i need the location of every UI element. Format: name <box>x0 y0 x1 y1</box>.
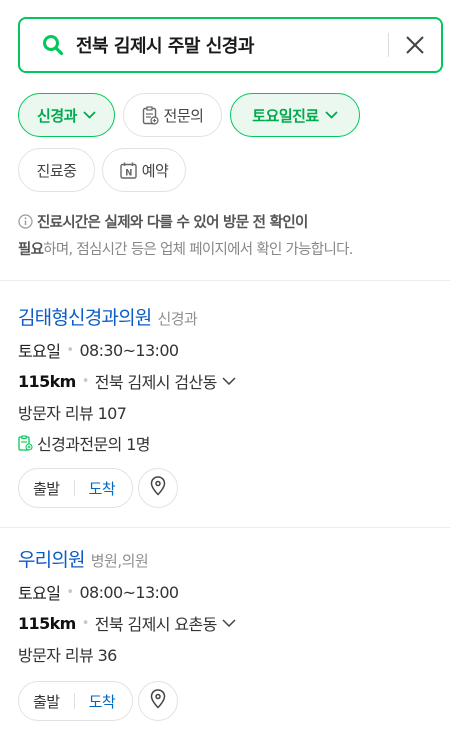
day-label: 토요일 <box>18 584 61 603</box>
notice-bold-text: 진료시간은 실제와 다를 수 있어 방문 전 확인이 <box>37 215 308 231</box>
specialist-doc-icon <box>18 435 33 451</box>
map-pin-icon <box>150 689 166 713</box>
hours-value: 08:00~13:00 <box>79 582 179 602</box>
visitor-reviews[interactable]: 방문자 리뷰 107 <box>18 400 127 424</box>
filter-chip-label: 예약 <box>141 161 169 180</box>
distance: 115km <box>18 613 76 633</box>
info-icon <box>18 213 33 238</box>
filter-chip-specialist[interactable]: 전문의 <box>123 93 222 137</box>
search-icon <box>42 34 64 56</box>
separator-dot: • <box>66 584 74 600</box>
filter-chip-neurology[interactable]: 신경과 <box>18 93 115 137</box>
place-name[interactable]: 김태형신경과의원 <box>18 303 152 330</box>
reviews[interactable]: 방문자 리뷰 107 <box>18 397 438 427</box>
day-label: 토요일 <box>18 342 61 361</box>
chevron-down-icon[interactable] <box>222 377 236 385</box>
chevron-down-icon <box>325 111 338 119</box>
filter-chip-label: 진료중 <box>36 161 77 180</box>
separator-dot: • <box>81 373 90 389</box>
divider <box>0 527 450 528</box>
place-category: 신경과 <box>157 310 198 328</box>
arrive-button[interactable]: 도착 <box>75 691 130 712</box>
hours-line: 토요일 • 08:30~13:00 <box>18 335 438 365</box>
svg-text:N: N <box>125 168 132 178</box>
search-input[interactable]: 전북 김제시 주말 신경과 <box>76 32 388 58</box>
address: 전북 김제시 검산동 <box>94 373 218 392</box>
notice-text: 하며, 점심시간 등은 업체 페이지에서 확인 가능합니다. <box>43 242 353 258</box>
separator-dot: • <box>81 615 90 631</box>
place-category: 병원,의원 <box>90 552 149 570</box>
list-item: 우리의원 병원,의원 토요일 • 08:00~13:00 115km • 전북 … <box>18 545 438 669</box>
filter-chip-label: 토요일진료 <box>252 106 319 125</box>
place-name[interactable]: 우리의원 <box>18 545 86 572</box>
address-line[interactable]: 115km • 전북 김제시 요촌동 <box>18 608 438 638</box>
reviews[interactable]: 방문자 리뷰 36 <box>18 639 438 669</box>
specialist-doc-icon <box>142 105 159 125</box>
hours-line: 토요일 • 08:00~13:00 <box>18 577 438 607</box>
filter-chip-saturday[interactable]: 토요일진료 <box>230 93 360 137</box>
map-pin-button[interactable] <box>138 681 178 721</box>
visitor-reviews[interactable]: 방문자 리뷰 36 <box>18 642 117 666</box>
route-buttons: 출발 도착 <box>18 468 133 508</box>
hours-value: 08:30~13:00 <box>79 340 179 360</box>
separator-dot: • <box>66 342 74 358</box>
arrive-button[interactable]: 도착 <box>75 478 130 499</box>
chevron-down-icon[interactable] <box>222 619 236 627</box>
notice-bold-text-2: 필요 <box>18 242 44 258</box>
specialist-line: 신경과전문의 1명 <box>18 428 438 458</box>
specialist-count: 신경과전문의 1명 <box>37 435 151 454</box>
depart-button[interactable]: 출발 <box>19 691 74 712</box>
map-pin-button[interactable] <box>138 468 178 508</box>
list-item: 김태형신경과의원 신경과 토요일 • 08:30~13:00 115km • 전… <box>18 303 438 458</box>
chevron-down-icon <box>83 111 96 119</box>
distance: 115km <box>18 371 76 391</box>
naver-booking-icon: N <box>119 162 137 179</box>
close-icon[interactable] <box>389 19 441 71</box>
map-pin-icon <box>150 476 166 500</box>
filter-chip-label: 전문의 <box>163 106 204 125</box>
route-buttons: 출발 도착 <box>18 681 133 721</box>
hours-notice: 진료시간은 실제와 다를 수 있어 방문 전 확인이필요하며, 점심시간 등은 … <box>18 211 438 263</box>
address: 전북 김제시 요촌동 <box>94 615 218 634</box>
search-box[interactable]: 전북 김제시 주말 신경과 <box>18 17 443 73</box>
filter-chip-label: 신경과 <box>37 106 77 125</box>
address-line[interactable]: 115km • 전북 김제시 검산동 <box>18 366 438 396</box>
divider <box>0 280 450 281</box>
filter-chip-open-now[interactable]: 진료중 <box>18 148 95 192</box>
filter-chip-booking[interactable]: N 예약 <box>102 148 186 192</box>
depart-button[interactable]: 출발 <box>19 478 74 499</box>
